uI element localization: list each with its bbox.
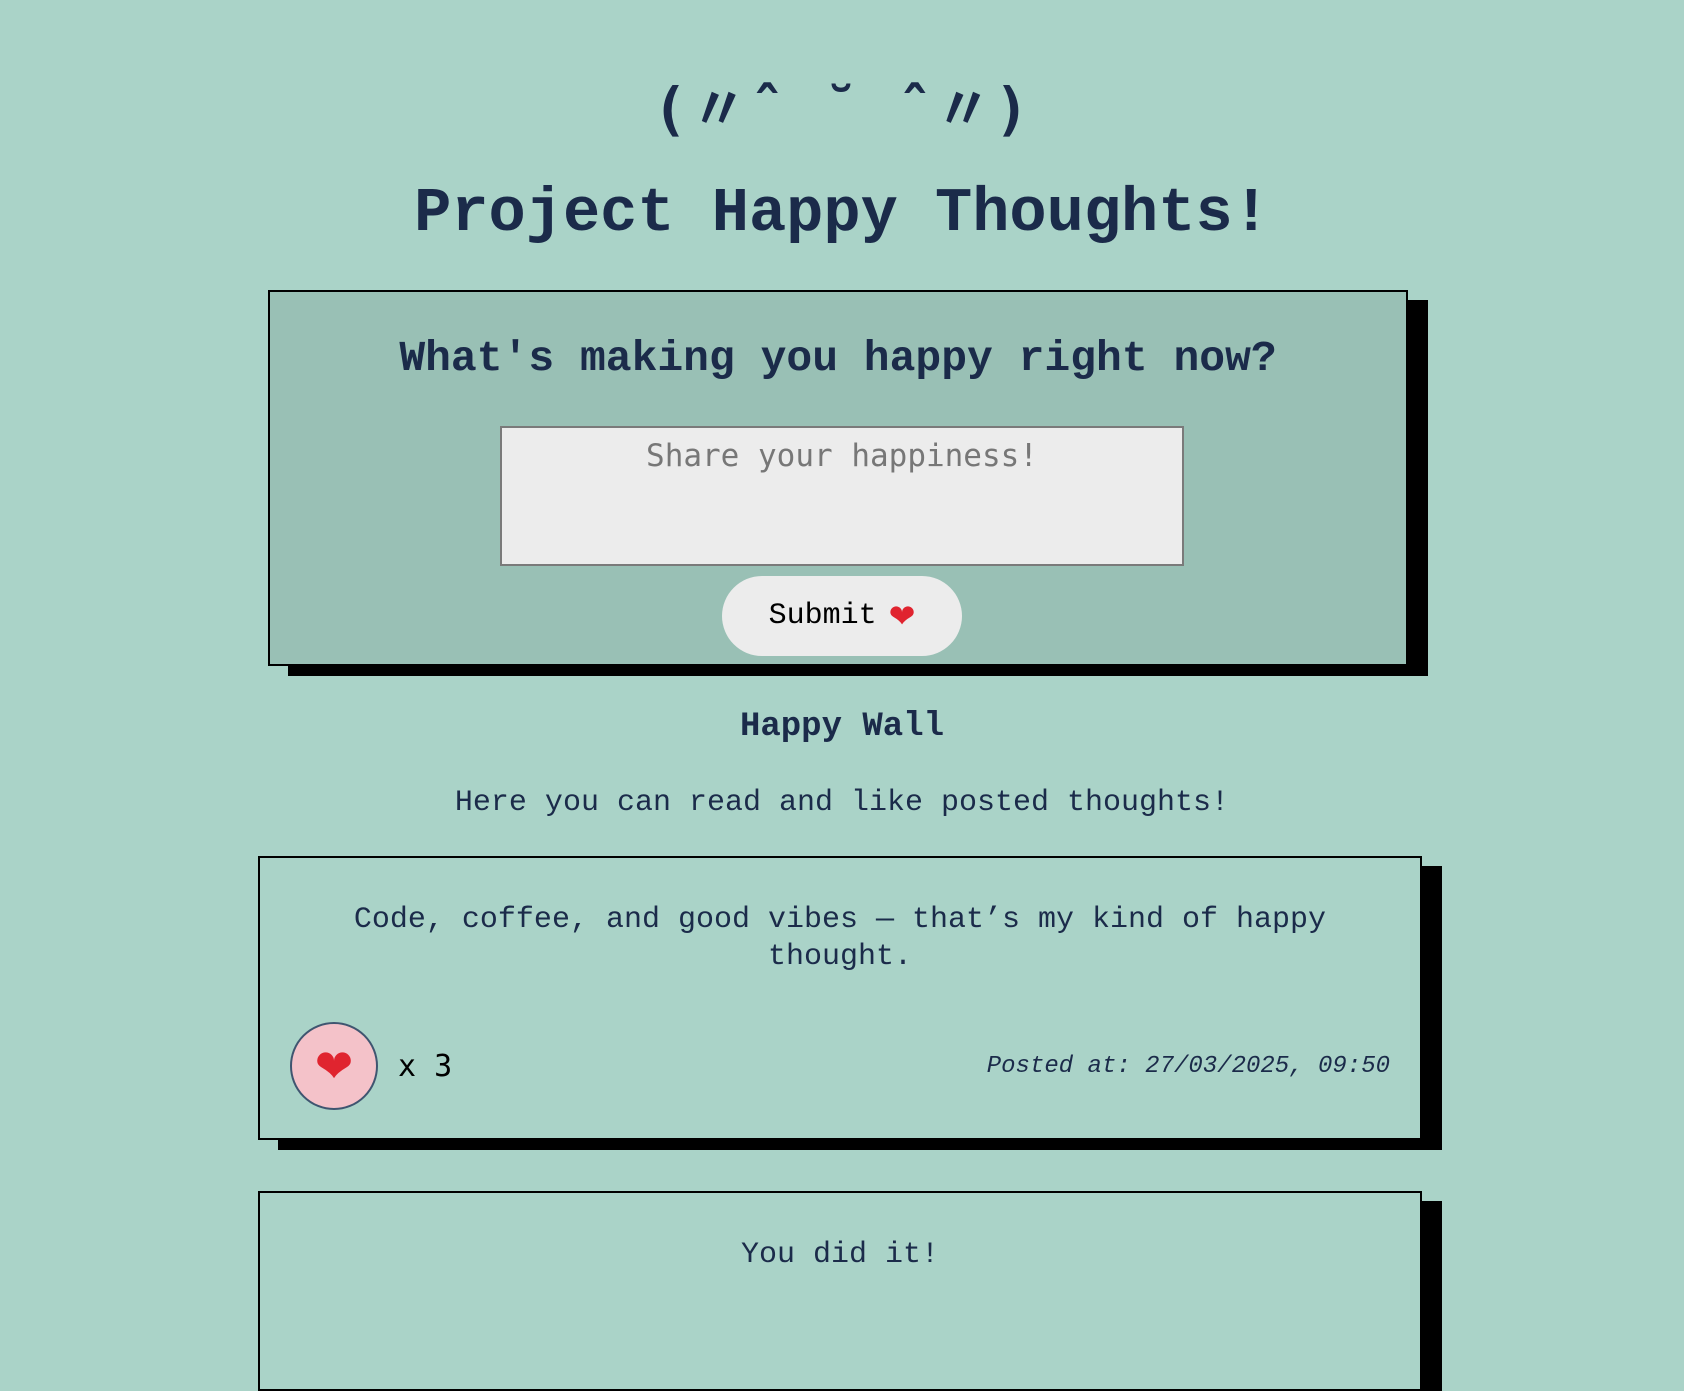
thought-card: Code, coffee, and good vibes — that’s my… xyxy=(258,856,1422,1140)
posted-timestamp: Posted at: 27/03/2025, 09:50 xyxy=(986,1052,1390,1080)
wall-title: Happy Wall xyxy=(739,708,945,746)
submit-button[interactable]: Submit ❤ xyxy=(722,576,962,656)
like-button[interactable]: ❤ xyxy=(290,1022,378,1110)
thought-card: You did it! xyxy=(258,1191,1422,1391)
thought-message: Code, coffee, and good vibes — that’s my… xyxy=(353,903,1327,974)
page-title: Project Happy Thoughts! xyxy=(414,178,1270,249)
thought-footer: ❤ x 3 Posted at: 27/03/2025, 09:50 xyxy=(290,1022,1390,1110)
kaomoji-face: (〃ˆ ˘ ˆ〃) xyxy=(652,75,1032,143)
thought-input[interactable] xyxy=(500,426,1184,566)
like-count: x 3 xyxy=(398,1048,453,1084)
wall-subtitle: Here you can read and like posted though… xyxy=(454,786,1230,820)
thought-message: You did it! xyxy=(740,1238,940,1272)
like-group: ❤ x 3 xyxy=(290,1022,452,1110)
thought-form: What's making you happy right now? Submi… xyxy=(268,290,1408,666)
submit-label: Submit xyxy=(768,599,877,633)
heart-icon: ❤ xyxy=(314,1039,354,1093)
heart-icon: ❤ xyxy=(888,597,916,635)
form-heading: What's making you happy right now? xyxy=(399,334,1277,383)
